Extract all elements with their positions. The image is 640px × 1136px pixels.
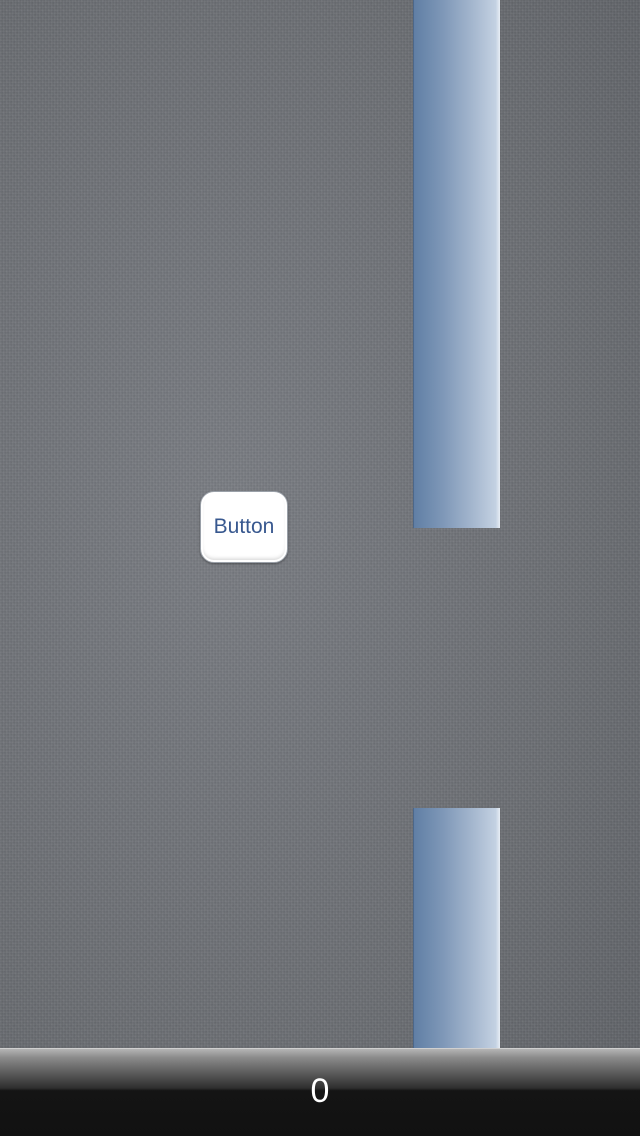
pipe-top xyxy=(413,0,500,528)
player-button[interactable]: Button xyxy=(200,491,288,563)
score-bar: 0 xyxy=(0,1048,640,1136)
pipe-bottom xyxy=(413,808,500,1048)
game-area[interactable]: Button xyxy=(0,0,640,1048)
score-value: 0 xyxy=(310,1072,330,1110)
